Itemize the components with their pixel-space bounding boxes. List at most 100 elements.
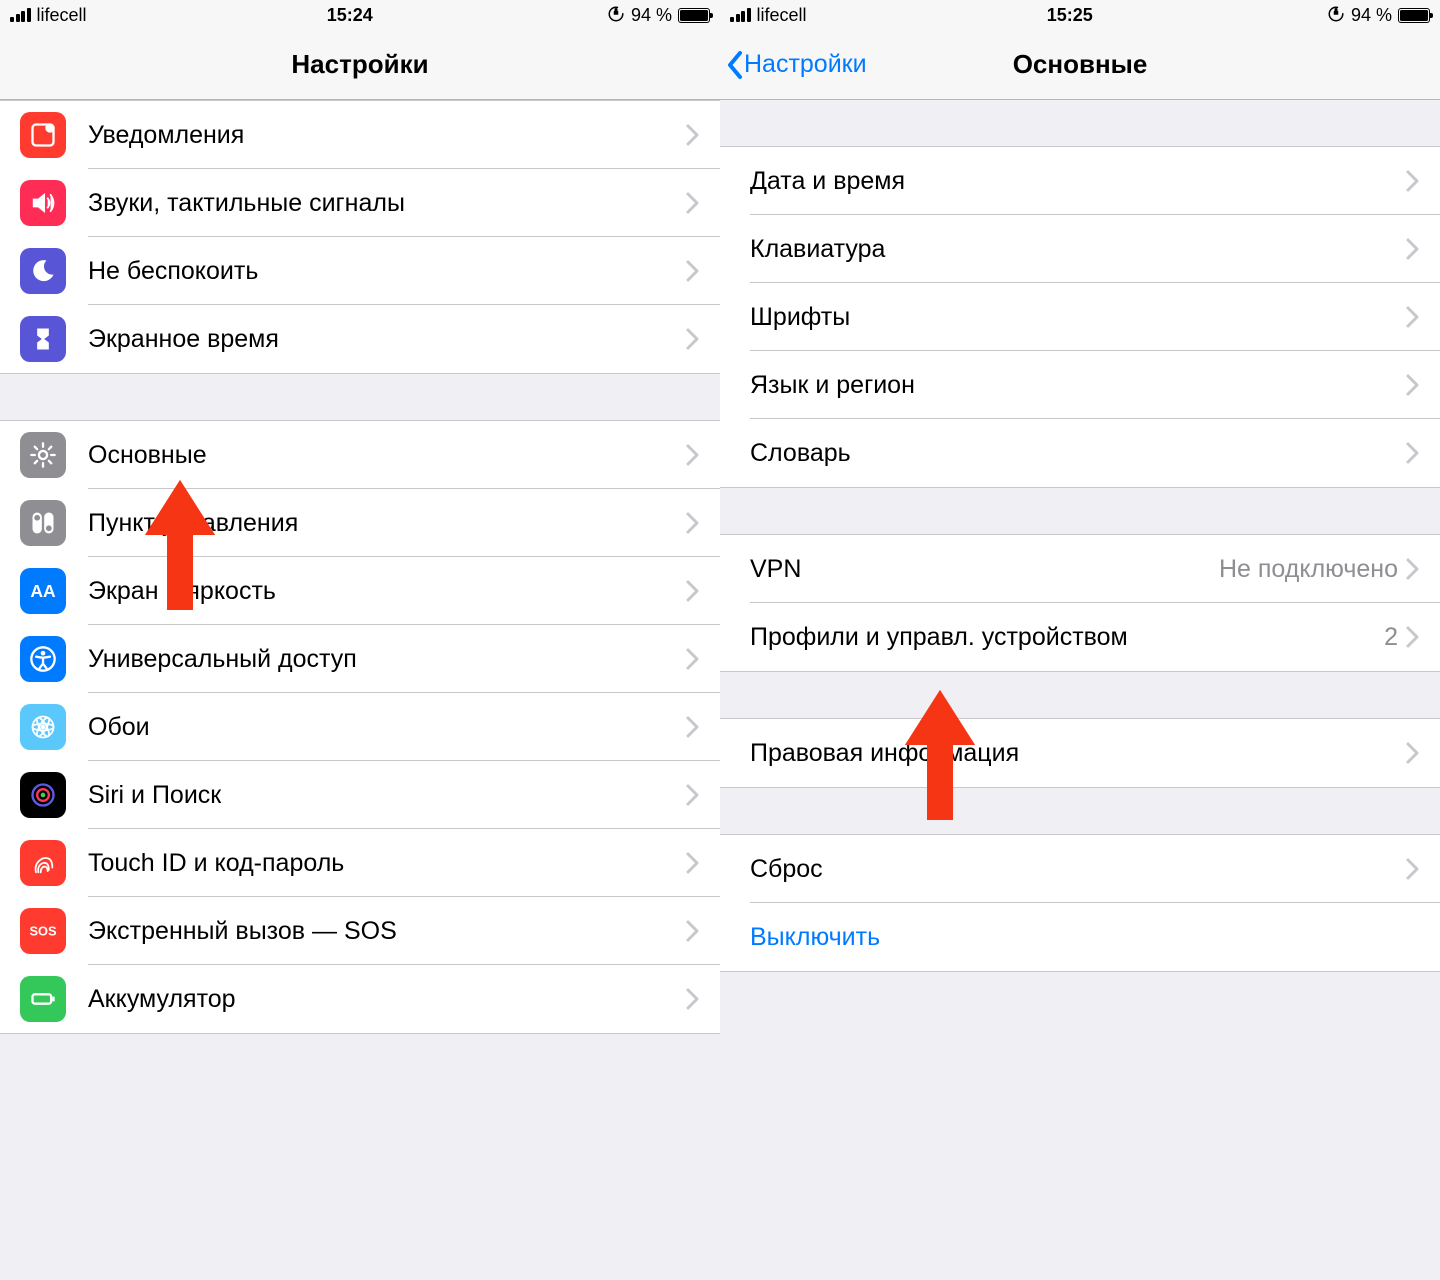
row-value: Не подключено [1219,555,1398,584]
row-label: Выключить [750,923,1420,952]
row-notifications[interactable]: Уведомления [0,101,720,169]
carrier-label: lifecell [757,5,807,26]
row-keyboard[interactable]: Клавиатура [720,215,1440,283]
touchid-icon [20,840,66,886]
notifications-icon [20,112,66,158]
signal-icon [730,8,751,22]
row-label: Siri и Поиск [88,781,686,810]
chevron-left-icon [726,50,744,80]
row-battery[interactable]: Аккумулятор [0,965,720,1033]
row-vpn[interactable]: VPN Не подключено [720,535,1440,603]
battery-menu-icon [20,976,66,1022]
battery-icon [1398,8,1430,23]
row-accessibility[interactable]: Универсальный доступ [0,625,720,693]
general-list: Дата и время Клавиатура Шрифты Язык и ре… [720,100,1440,972]
back-label: Настройки [744,50,867,79]
row-label: Сброс [750,855,1406,884]
sos-icon: SOS [20,908,66,954]
row-shutdown[interactable]: Выключить [720,903,1440,971]
chevron-right-icon [1406,742,1420,764]
back-button[interactable]: Настройки [726,50,867,80]
status-time: 15:25 [1047,5,1093,26]
battery-icon [678,8,710,23]
row-label: Словарь [750,439,1406,468]
carrier-label: lifecell [37,5,87,26]
chevron-right-icon [686,192,700,214]
chevron-right-icon [1406,170,1420,192]
row-label: Профили и управл. устройством [750,623,1384,652]
row-touchid[interactable]: Touch ID и код-пароль [0,829,720,897]
row-legal[interactable]: Правовая информация [720,719,1440,787]
row-datetime[interactable]: Дата и время [720,147,1440,215]
signal-icon [10,8,31,22]
nav-bar: Настройки Основные [720,30,1440,100]
row-label: Универсальный доступ [88,645,686,674]
battery-percent: 94 % [631,5,672,26]
status-bar: lifecell 15:24 94 % [0,0,720,30]
chevron-right-icon [686,648,700,670]
row-fonts[interactable]: Шрифты [720,283,1440,351]
chevron-right-icon [1406,374,1420,396]
row-controlcenter[interactable]: Пункт управления [0,489,720,557]
row-display[interactable]: AA Экран и яркость [0,557,720,625]
orientation-lock-icon [1327,5,1345,26]
row-siri[interactable]: Siri и Поиск [0,761,720,829]
row-sos[interactable]: SOS Экстренный вызов — SOS [0,897,720,965]
row-general[interactable]: Основные [0,421,720,489]
siri-icon [20,772,66,818]
orientation-lock-icon [607,5,625,26]
display-icon: AA [20,568,66,614]
row-reset[interactable]: Сброс [720,835,1440,903]
row-label: Экстренный вызов — SOS [88,917,686,946]
settings-screen: lifecell 15:24 94 % Настройки Уведомлени… [0,0,720,1280]
page-title: Основные [1013,49,1148,80]
chevron-right-icon [1406,306,1420,328]
general-screen: lifecell 15:25 94 % Настройки Основные [720,0,1440,1280]
chevron-right-icon [686,852,700,874]
chevron-right-icon [686,512,700,534]
row-label: Экран и яркость [88,577,686,606]
chevron-right-icon [1406,442,1420,464]
row-label: VPN [750,555,1219,584]
row-label: Аккумулятор [88,985,686,1014]
dnd-icon [20,248,66,294]
row-language[interactable]: Язык и регион [720,351,1440,419]
chevron-right-icon [1406,858,1420,880]
chevron-right-icon [686,444,700,466]
general-icon [20,432,66,478]
row-dnd[interactable]: Не беспокоить [0,237,720,305]
wallpaper-icon [20,704,66,750]
row-screentime[interactable]: Экранное время [0,305,720,373]
chevron-right-icon [686,328,700,350]
nav-bar: Настройки [0,30,720,100]
row-dictionary[interactable]: Словарь [720,419,1440,487]
chevron-right-icon [686,260,700,282]
controlcenter-icon [20,500,66,546]
row-wallpaper[interactable]: Обои [0,693,720,761]
row-label: Шрифты [750,303,1406,332]
row-label: Уведомления [88,121,686,150]
row-label: Дата и время [750,167,1406,196]
row-profiles[interactable]: Профили и управл. устройством 2 [720,603,1440,671]
chevron-right-icon [686,716,700,738]
chevron-right-icon [686,784,700,806]
chevron-right-icon [686,124,700,146]
row-label: Клавиатура [750,235,1406,264]
row-label: Обои [88,713,686,742]
row-value: 2 [1384,623,1398,652]
row-label: Язык и регион [750,371,1406,400]
row-label: Пункт управления [88,509,686,538]
battery-percent: 94 % [1351,5,1392,26]
settings-list: Уведомления Звуки, тактильные сигналы Не… [0,100,720,1034]
row-label: Правовая информация [750,739,1406,768]
accessibility-icon [20,636,66,682]
row-sounds[interactable]: Звуки, тактильные сигналы [0,169,720,237]
chevron-right-icon [1406,558,1420,580]
row-label: Звуки, тактильные сигналы [88,189,686,218]
svg-text:SOS: SOS [29,924,57,939]
svg-text:AA: AA [30,581,56,601]
chevron-right-icon [686,988,700,1010]
screentime-icon [20,316,66,362]
status-time: 15:24 [327,5,373,26]
row-label: Основные [88,441,686,470]
